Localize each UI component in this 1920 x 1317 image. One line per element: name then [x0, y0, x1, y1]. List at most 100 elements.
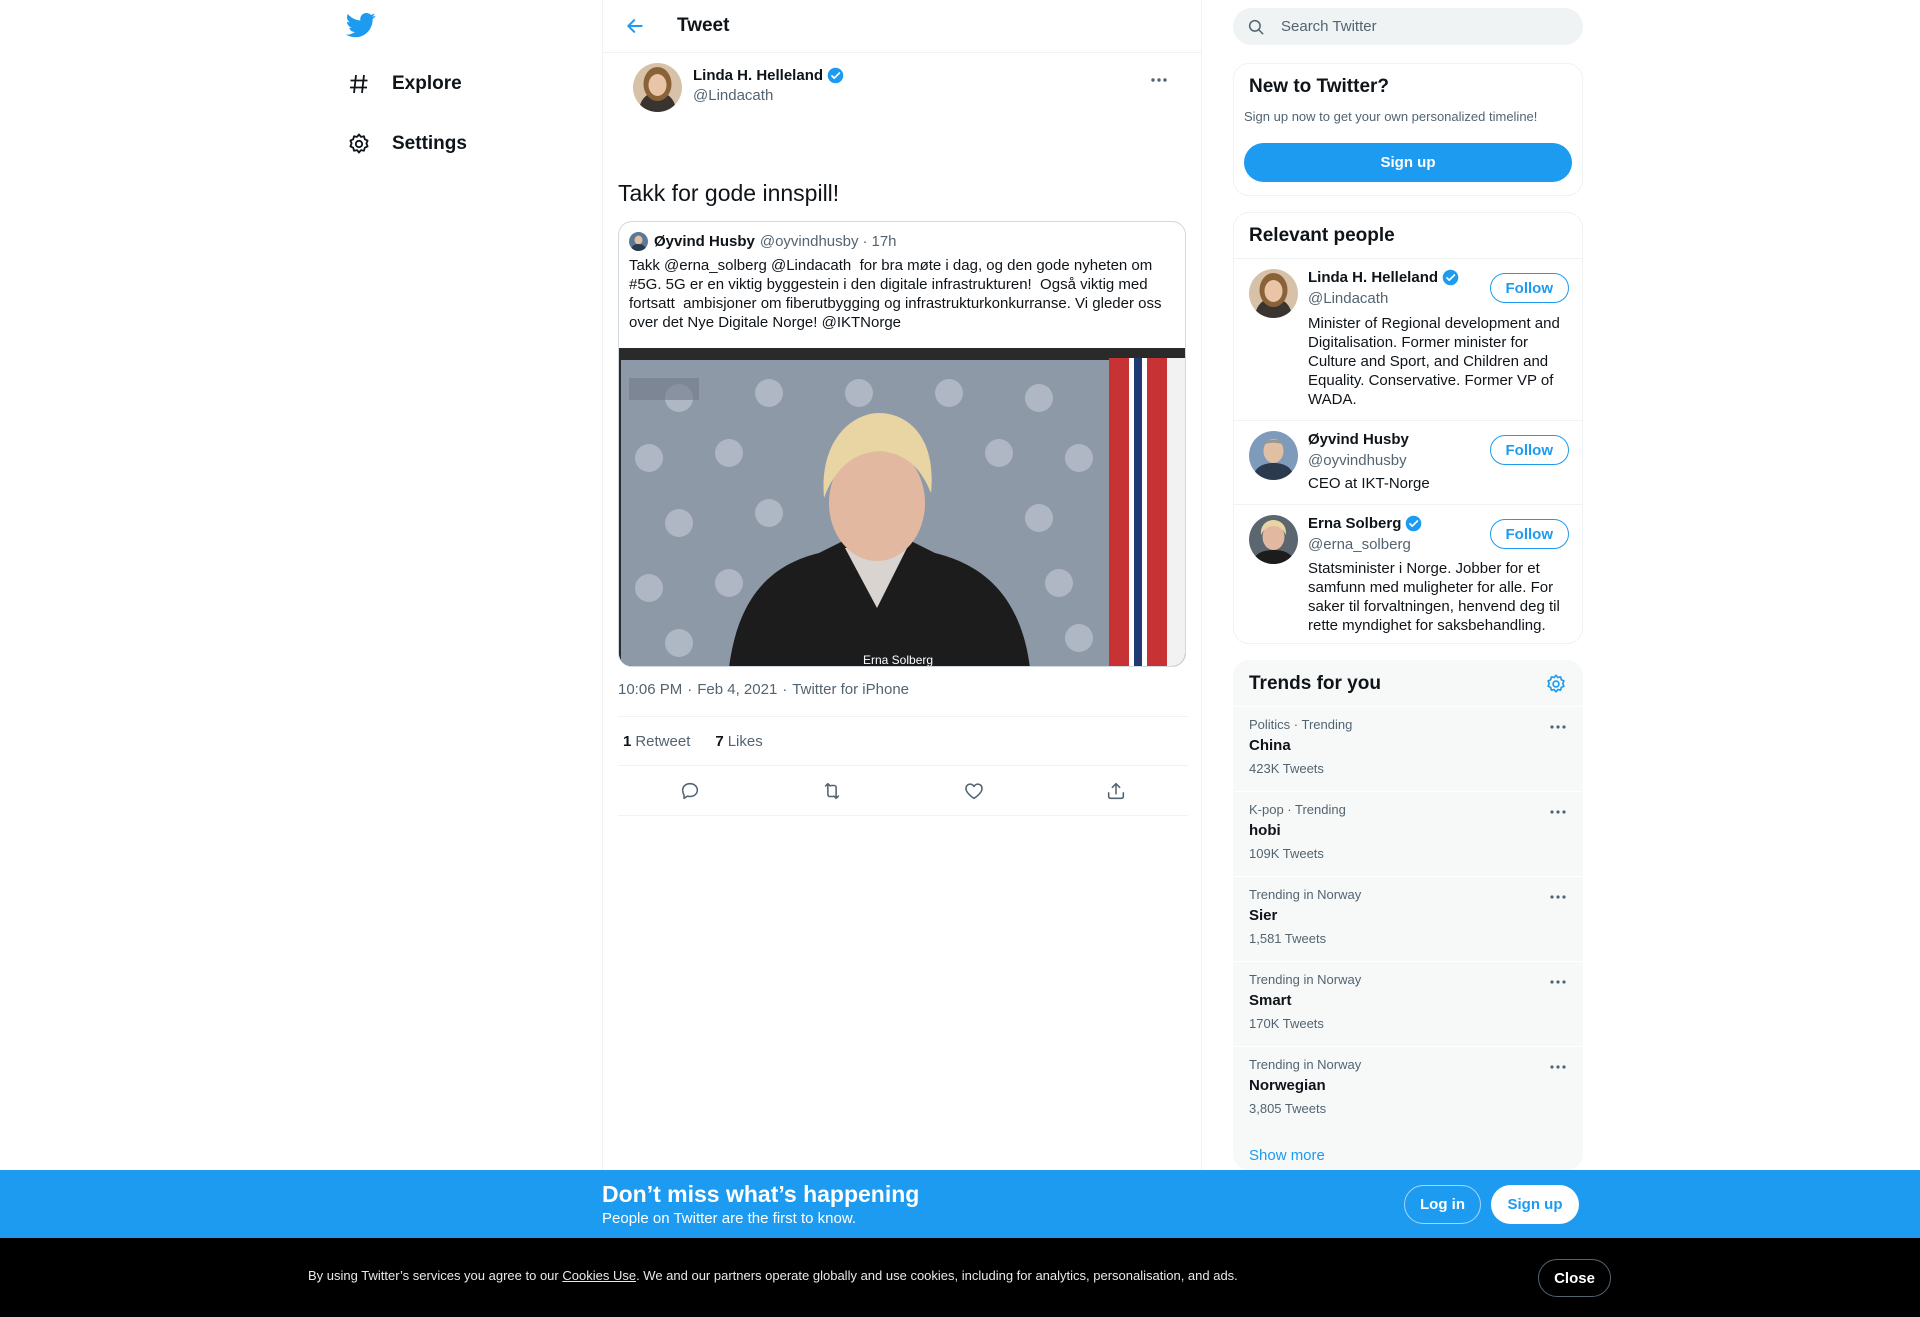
relevant-people-title: Relevant people	[1249, 225, 1395, 246]
trend-name: China	[1249, 737, 1291, 754]
person-name: Linda H. Helleland	[1308, 269, 1459, 286]
share-icon	[1107, 782, 1125, 800]
meta-separator: ·	[687, 681, 693, 698]
main-header: Tweet	[603, 0, 1201, 53]
nav-explore[interactable]: Explore	[346, 59, 482, 109]
quote-header: Øyvind Husby @oyvindhusby · 17h	[629, 232, 897, 251]
cookies-use-link[interactable]: Cookies Use	[562, 1268, 636, 1283]
hashtag-icon	[346, 71, 372, 97]
person-item[interactable]: Erna Solberg @erna_solberg Follow Statsm…	[1234, 504, 1582, 643]
trend-count: 423K Tweets	[1249, 761, 1324, 776]
trend-context: Trending in Norway	[1249, 1057, 1362, 1072]
tweet-source-link[interactable]: Twitter for iPhone	[792, 681, 909, 698]
tweet-date[interactable]: Feb 4, 2021	[697, 681, 777, 698]
tweet-actions	[618, 766, 1188, 816]
trend-more-button[interactable]	[1546, 970, 1570, 994]
search-box[interactable]	[1233, 8, 1583, 45]
person-handle: @Lindacath	[1308, 290, 1389, 307]
trend-name: Smart	[1249, 992, 1292, 1009]
quoted-tweet[interactable]: Øyvind Husby @oyvindhusby · 17h Takk @er…	[618, 221, 1186, 667]
gear-icon	[346, 131, 372, 157]
trend-context: Trending in Norway	[1249, 887, 1362, 902]
like-button[interactable]	[960, 777, 988, 805]
quote-media-image[interactable]: Erna Solberg	[619, 348, 1185, 666]
trend-item[interactable]: Trending in Norway Norwegian 3,805 Tweet…	[1234, 1046, 1582, 1131]
avatar[interactable]	[633, 63, 682, 112]
more-dots-icon	[1550, 725, 1566, 729]
sign-up-button[interactable]: Sign up	[1244, 143, 1572, 182]
more-dots-icon	[1151, 78, 1167, 82]
quote-separator: ·	[862, 233, 868, 250]
tweet-stats: 1 Retweet 7 Likes	[618, 716, 1188, 766]
cookie-text: By using Twitter’s services you agree to…	[308, 1268, 1238, 1283]
nav-settings-label: Settings	[392, 133, 467, 154]
show-more-link[interactable]: Show more	[1249, 1147, 1325, 1164]
person-item[interactable]: Øyvind Husby @oyvindhusby Follow CEO at …	[1234, 420, 1582, 504]
meta-separator: ·	[782, 681, 788, 698]
person-bio: Minister of Regional development and Dig…	[1308, 315, 1560, 408]
trends-card: Trends for you Politics · Trending China…	[1233, 660, 1583, 1170]
trend-more-button[interactable]	[1546, 715, 1570, 739]
retweets-label: Retweet	[635, 732, 691, 750]
author-handle[interactable]: @Lindacath	[693, 87, 773, 104]
quote-time: 17h	[871, 233, 897, 250]
verified-badge-icon	[1406, 515, 1422, 532]
trend-context: Trending in Norway	[1249, 972, 1362, 987]
trend-item[interactable]: Politics · Trending China 423K Tweets	[1234, 706, 1582, 791]
trend-more-button[interactable]	[1546, 800, 1570, 824]
retweet-icon	[824, 782, 840, 800]
trend-more-button[interactable]	[1546, 885, 1570, 909]
search-icon	[1248, 19, 1264, 34]
nav-settings[interactable]: Settings	[346, 119, 487, 169]
follow-button[interactable]: Follow	[1489, 519, 1569, 549]
trend-count: 1,581 Tweets	[1249, 931, 1327, 946]
trend-context: Politics · Trending	[1249, 717, 1353, 732]
gear-icon[interactable]	[1545, 673, 1567, 695]
back-button[interactable]	[617, 8, 653, 44]
nav-explore-label: Explore	[392, 73, 462, 94]
relevant-people-card: Relevant people Linda H. Helleland @Lind…	[1233, 212, 1583, 644]
retweets-stat[interactable]: 1 Retweet	[623, 733, 690, 750]
person-name-text: Linda H. Helleland	[1308, 269, 1439, 286]
reply-button[interactable]	[676, 777, 704, 805]
new-to-twitter-subtitle: Sign up now to get your own personalized…	[1244, 109, 1538, 124]
trend-item[interactable]: K-pop · Trending hobi 109K Tweets	[1234, 791, 1582, 876]
tweet: Linda H. Helleland @Lindacath Takk for g…	[603, 53, 1201, 816]
trend-item[interactable]: Trending in Norway Smart 170K Tweets	[1234, 961, 1582, 1046]
more-dots-icon	[1550, 980, 1566, 984]
quote-author-name: Øyvind Husby	[654, 233, 755, 250]
person-name-text: Øyvind Husby	[1308, 431, 1409, 448]
person-item[interactable]: Linda H. Helleland @Lindacath Follow Min…	[1234, 258, 1582, 420]
more-options-button[interactable]	[1146, 67, 1172, 93]
signup-prompt-subtitle: People on Twitter are the first to know.	[602, 1210, 857, 1227]
trend-item[interactable]: Trending in Norway Sier 1,581 Tweets	[1234, 876, 1582, 961]
likes-stat[interactable]: 7 Likes	[715, 733, 762, 750]
share-button[interactable]	[1102, 777, 1130, 805]
trend-more-button[interactable]	[1546, 1055, 1570, 1079]
signup-prompt-title: Don’t miss what’s happening	[602, 1181, 920, 1207]
bottom-sign-up-button[interactable]: Sign up	[1491, 1185, 1579, 1224]
new-to-twitter-card: New to Twitter? Sign up now to get your …	[1233, 63, 1583, 196]
person-bio: Statsminister i Norge. Jobber for et sam…	[1308, 560, 1560, 634]
author-name-row[interactable]: Linda H. Helleland	[693, 67, 844, 84]
retweet-button[interactable]	[818, 777, 846, 805]
avatar[interactable]	[1249, 431, 1298, 480]
twitter-bird-icon[interactable]	[345, 10, 380, 44]
follow-button[interactable]: Follow	[1489, 435, 1569, 465]
cookie-text-before: By using Twitter’s services you agree to…	[308, 1268, 563, 1283]
person-handle: @erna_solberg	[1308, 536, 1411, 553]
quote-author-handle: @oyvindhusby	[759, 233, 859, 250]
avatar[interactable]	[1249, 269, 1298, 318]
trends-title: Trends for you	[1249, 673, 1381, 694]
tweet-time[interactable]: 10:06 PM	[618, 681, 682, 698]
avatar[interactable]	[1249, 515, 1298, 564]
close-cookie-button[interactable]: Close	[1538, 1259, 1611, 1297]
trend-count: 170K Tweets	[1249, 1016, 1324, 1031]
person-name: Øyvind Husby	[1308, 431, 1409, 448]
follow-button[interactable]: Follow	[1489, 273, 1569, 303]
trend-count: 3,805 Tweets	[1249, 1101, 1327, 1116]
search-input[interactable]	[1281, 18, 1541, 35]
log-in-button[interactable]: Log in	[1404, 1185, 1481, 1224]
cookie-banner: By using Twitter’s services you agree to…	[0, 1238, 1920, 1317]
arrow-left-icon	[627, 19, 643, 33]
